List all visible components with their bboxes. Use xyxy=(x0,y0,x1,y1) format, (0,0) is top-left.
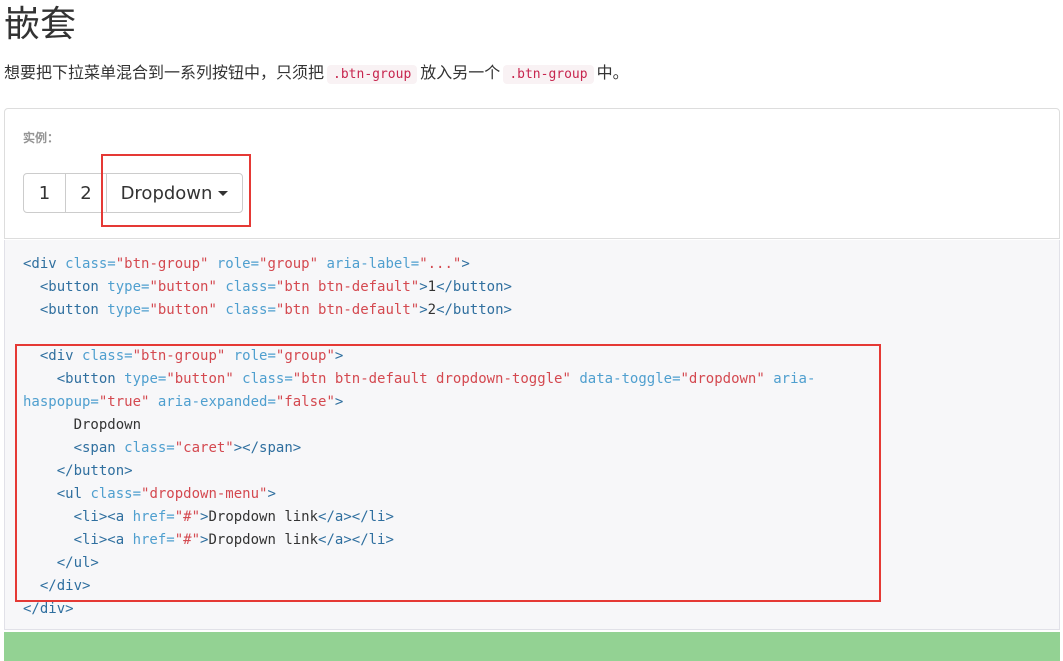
code-line: <button type="button" class="btn btn-def… xyxy=(23,302,512,318)
page-title: 嵌套 xyxy=(4,4,77,45)
highlight-box-nested-code xyxy=(15,344,881,602)
button-1[interactable]: 1 xyxy=(23,173,66,213)
example-label: 实例： xyxy=(23,131,60,145)
footer-bar xyxy=(4,632,1060,661)
description-text-1: 想要把下拉菜单混合到一系列按钮中，只须把 xyxy=(4,63,325,82)
highlight-box-dropdown xyxy=(101,154,251,227)
description-text-2: 放入另一个 xyxy=(420,63,501,82)
code-line: <button type="button" class="btn btn-def… xyxy=(23,279,512,295)
description-text-3: 中。 xyxy=(596,63,629,82)
code-line: <div class="btn-group" role="group" aria… xyxy=(23,256,470,272)
code-line: </div> xyxy=(23,601,74,617)
inline-code-btn-group-2: .btn-group xyxy=(503,65,594,84)
description: 想要把下拉菜单混合到一系列按钮中，只须把 .btn-group 放入另一个 .btn-… xyxy=(4,60,629,88)
inline-code-btn-group: .btn-group xyxy=(327,65,418,84)
